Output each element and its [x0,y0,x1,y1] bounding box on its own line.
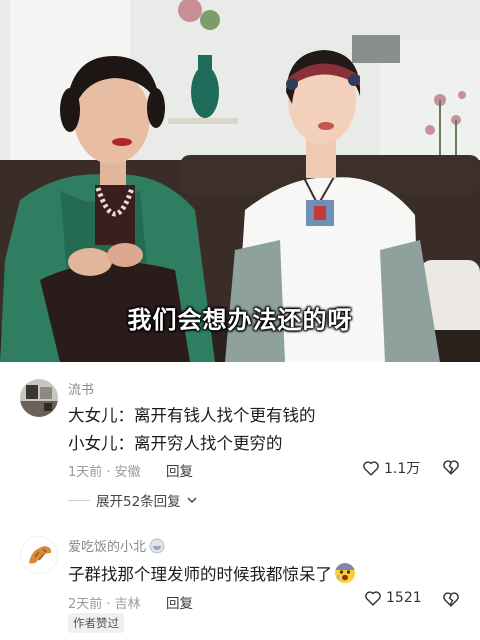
comment-item: 爱吃饭的小北 子群找那个理发师的时候我都惊呆了 2天前 · 吉林 回复 1521… [0,522,480,640]
moon-badge-icon [149,538,165,553]
comment-item: 流书 大女儿：离开有钱人找个更有钱的 小女儿：离开穷人找个更穷的 1天前 · 安… [0,362,480,512]
expand-replies-button[interactable]: 展开52条回复 [68,490,197,510]
chevron-down-icon [187,497,197,504]
reply-button[interactable]: 回复 [166,460,193,480]
like-button[interactable]: 1521 [364,590,422,606]
expand-replies-label: 展开52条回复 [96,494,181,510]
broken-heart-icon [443,460,459,475]
comment-meta: 2天前 · 吉林 [68,597,141,612]
video-frame[interactable]: 我们会想办法还的呀 [0,0,480,362]
comment-text-line: 小女儿：离开穷人找个更穷的 [68,434,283,453]
divider [68,499,90,501]
heart-icon [363,461,379,476]
shocked-emoji-icon [335,563,355,583]
comment-username[interactable]: 爱吃饭的小北 [68,536,165,555]
comment-text: 子群找那个理发师的时候我都惊呆了 [68,565,332,584]
avatar[interactable] [20,379,58,417]
dislike-button[interactable] [442,591,460,611]
reply-button[interactable]: 回复 [166,592,193,612]
heart-icon [365,591,381,606]
like-count: 1521 [386,590,422,606]
broken-heart-icon [443,592,459,607]
comment-username[interactable]: 流书 [68,379,94,398]
avatar[interactable] [20,536,58,574]
comment-text-line: 大女儿：离开有钱人找个更有钱的 [68,406,316,425]
like-count: 1.1万 [384,461,421,477]
like-button[interactable]: 1.1万 [362,458,420,478]
video-subtitle: 我们会想办法还的呀 [127,306,353,334]
dislike-button[interactable] [442,459,460,479]
comment-text-line: 子群找那个理发师的时候我都惊呆了 [68,561,356,585]
author-liked-badge: 作者赞过 [68,613,124,633]
comment-meta: 1天前 · 安徽 [68,465,141,480]
comment-username-text: 爱吃饭的小北 [68,540,147,555]
